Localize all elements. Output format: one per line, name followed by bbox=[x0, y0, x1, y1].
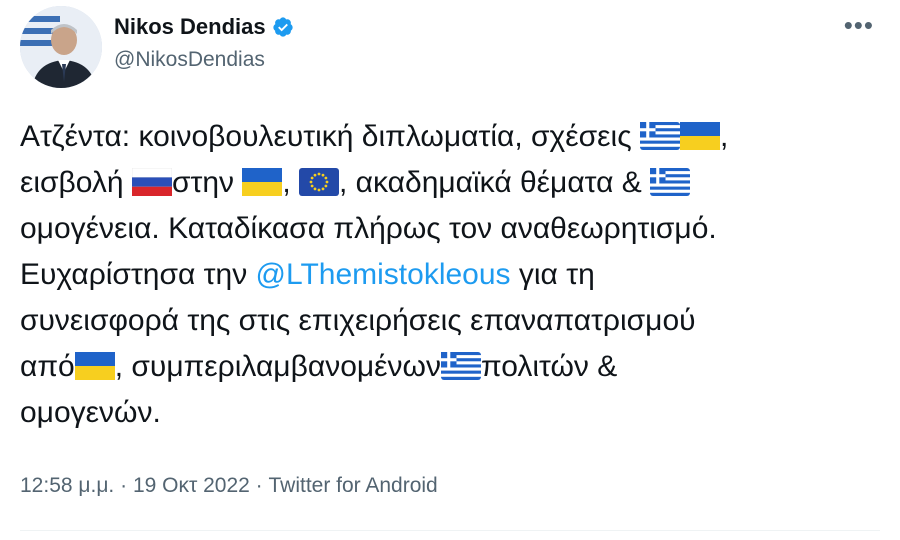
text-segment: Ατζέντα: κοινοβουλευτική διπλωματία, σχέ… bbox=[20, 120, 640, 153]
tweet-line-2: εισβολή στην , , ακαδημαϊκά θέματα & bbox=[20, 160, 880, 206]
russia-flag-icon bbox=[131, 168, 172, 196]
text-segment: πολιτών & bbox=[480, 350, 618, 383]
meta-separator: · bbox=[114, 474, 133, 497]
divider bbox=[20, 530, 880, 531]
tweet: Nikos Dendias @NikosDendias ••• Ατζέντα:… bbox=[0, 0, 900, 540]
ukraine-flag-icon bbox=[679, 122, 720, 150]
tweet-line-1: Ατζέντα: κοινοβουλευτική διπλωματία, σχέ… bbox=[20, 114, 880, 160]
tweet-source[interactable]: Twitter for Android bbox=[268, 474, 437, 497]
tweet-line-4: Ευχαρίστησα την @LThemistokleous για τη bbox=[20, 252, 880, 298]
author-handle[interactable]: @NikosDendias bbox=[114, 48, 265, 72]
tweet-line-5: συνεισφορά της στις επιχειρήσεις επαναπα… bbox=[20, 304, 696, 337]
ukraine-flag-icon bbox=[74, 352, 115, 380]
tweet-line-6: από , συμπεριλαμβανομένων πολιτών & bbox=[20, 344, 880, 390]
text-segment: Ευχαρίστησα την bbox=[20, 258, 256, 291]
text-segment: , ακαδημαϊκά θέματα & bbox=[339, 166, 651, 199]
ukraine-flag-icon bbox=[242, 168, 283, 196]
avatar[interactable] bbox=[20, 6, 102, 88]
more-icon[interactable]: ••• bbox=[844, 12, 874, 38]
greece-flag-icon bbox=[639, 122, 680, 150]
tweet-meta: 12:58 μ.μ. · 19 Οκτ 2022 · Twitter for A… bbox=[20, 474, 438, 498]
display-name[interactable]: Nikos Dendias bbox=[114, 14, 266, 40]
text-segment: από bbox=[20, 350, 75, 383]
text-segment: , bbox=[282, 166, 300, 199]
eu-flag-icon bbox=[299, 168, 340, 196]
tweet-time[interactable]: 12:58 μ.μ. bbox=[20, 474, 114, 497]
mention-link[interactable]: @LThemistokleous bbox=[256, 258, 511, 291]
author-header: Nikos Dendias bbox=[114, 14, 294, 40]
meta-separator: · bbox=[249, 474, 269, 497]
text-segment: εισβολή bbox=[20, 166, 132, 199]
tweet-text: Ατζέντα: κοινοβουλευτική διπλωματία, σχέ… bbox=[20, 114, 880, 436]
text-segment: , bbox=[719, 120, 729, 153]
verified-badge-icon bbox=[272, 16, 294, 38]
tweet-date[interactable]: 19 Οκτ 2022 bbox=[133, 474, 250, 497]
greece-flag-icon bbox=[440, 352, 481, 380]
text-segment: στην bbox=[171, 166, 243, 199]
text-segment: για τη bbox=[510, 258, 595, 291]
tweet-line-3: ομογένεια. Καταδίκασα πλήρως τον αναθεωρ… bbox=[20, 212, 717, 245]
tweet-line-7: ομογενών. bbox=[20, 396, 161, 429]
text-segment: , συμπεριλαμβανομένων bbox=[114, 350, 441, 383]
greece-flag-icon bbox=[650, 168, 691, 196]
